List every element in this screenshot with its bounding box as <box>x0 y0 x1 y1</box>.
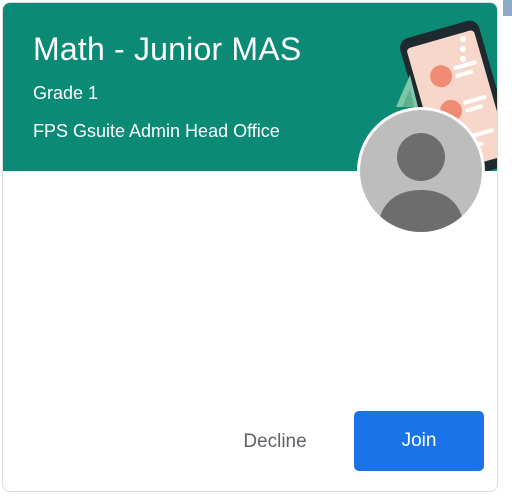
class-invite-card: Math - Junior MAS Grade 1 FPS Gsuite Adm… <box>2 2 498 492</box>
person-icon <box>378 133 464 232</box>
class-title[interactable]: Math - Junior MAS <box>33 31 301 68</box>
join-button[interactable]: Join <box>354 411 484 471</box>
class-section: Grade 1 <box>33 83 99 103</box>
decline-button[interactable]: Decline <box>219 413 331 471</box>
class-owner: FPS Gsuite Admin Head Office <box>33 121 280 141</box>
more-vert-icon[interactable] <box>453 33 473 69</box>
window-edge <box>503 0 512 16</box>
avatar <box>357 107 485 235</box>
